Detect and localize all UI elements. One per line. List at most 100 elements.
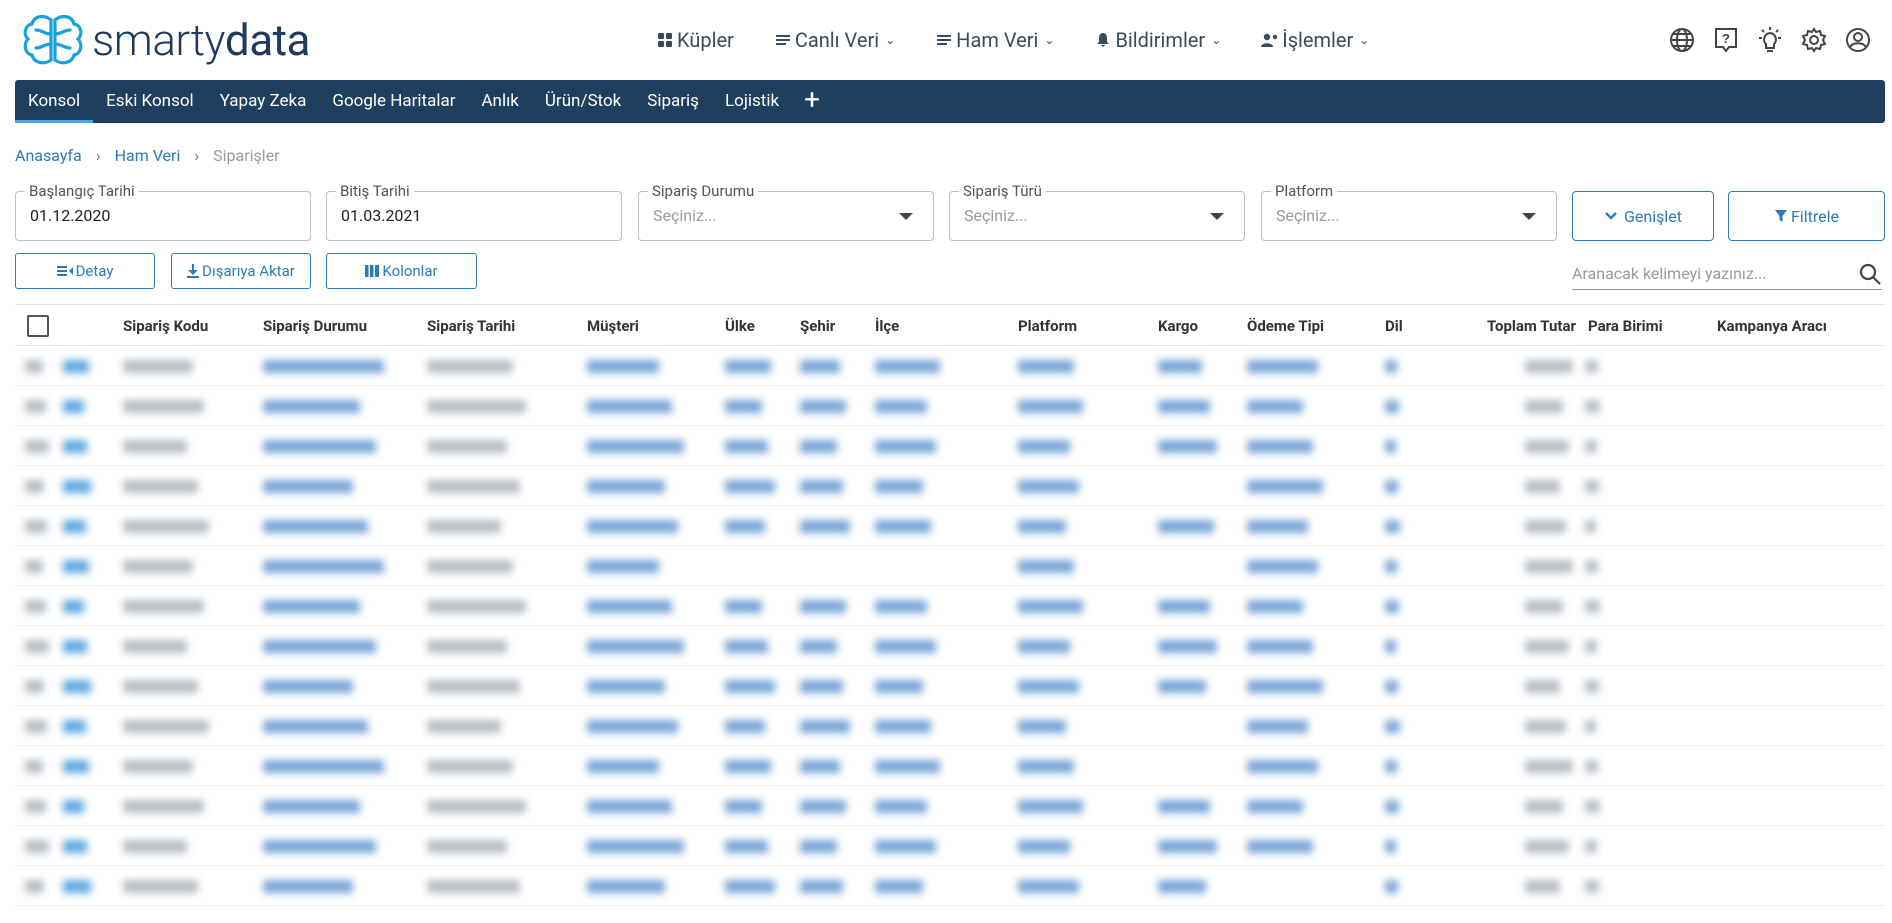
table-cell[interactable] [25, 480, 44, 493]
table-row[interactable] [15, 506, 1885, 546]
table-cell[interactable] [25, 440, 49, 453]
add-tab-icon[interactable]: + [792, 80, 832, 123]
tab-google-haritalar[interactable]: Google Haritalar [319, 80, 468, 123]
order-type-select[interactable]: Sipariş Türü Seçiniz... [949, 181, 1245, 241]
table-cell [875, 520, 931, 533]
column-header[interactable]: Toplam Tutar [1487, 317, 1576, 335]
row-action-icon[interactable] [63, 640, 87, 653]
topnav-kupler[interactable]: Küpler [656, 22, 734, 58]
table-row[interactable] [15, 466, 1885, 506]
order-status-select[interactable]: Sipariş Durumu Seçiniz... [638, 181, 934, 241]
table-cell[interactable] [25, 800, 46, 813]
export-button-label: Dışarıya Aktar [202, 262, 295, 280]
row-action-icon[interactable] [63, 400, 84, 413]
detail-button[interactable]: Detay [15, 253, 155, 289]
row-action-icon[interactable] [63, 880, 91, 893]
table-cell[interactable] [25, 560, 43, 573]
breadcrumb-ham-veri[interactable]: Ham Veri [115, 146, 181, 165]
tab-siparis[interactable]: Sipariş [634, 80, 712, 123]
tab-anlik[interactable]: Anlık [468, 80, 531, 123]
row-action-icon[interactable] [63, 520, 86, 533]
row-action-icon[interactable] [63, 760, 89, 773]
table-cell [123, 360, 193, 373]
table-cell[interactable] [25, 880, 44, 893]
table-cell[interactable] [25, 600, 46, 613]
tab-lojistik[interactable]: Lojistik [712, 80, 792, 123]
lightbulb-icon[interactable] [1756, 22, 1784, 58]
table-row[interactable] [15, 426, 1885, 466]
table-row[interactable] [15, 866, 1885, 906]
column-header[interactable]: Sipariş Durumu [263, 317, 367, 335]
table-row[interactable] [15, 666, 1885, 706]
table-cell [1018, 400, 1083, 413]
search-input[interactable]: Aranacak kelimeyi yazınız... [1572, 258, 1882, 290]
topnav-canli-veri[interactable]: Canlı Veri ⌄ [774, 22, 895, 58]
row-action-icon[interactable] [63, 720, 86, 733]
search-icon[interactable] [1858, 262, 1882, 290]
end-date-field[interactable]: Bitiş Tarihi 01.03.2021 [326, 181, 622, 241]
filter-button[interactable]: Filtrele [1728, 191, 1885, 241]
table-row[interactable] [15, 586, 1885, 626]
account-icon[interactable] [1844, 22, 1872, 58]
column-header[interactable]: Sipariş Kodu [123, 317, 208, 335]
columns-button[interactable]: Kolonlar [326, 253, 477, 289]
table-cell[interactable] [25, 760, 43, 773]
table-cell [875, 680, 923, 693]
column-header[interactable]: Para Birimi [1588, 317, 1663, 335]
table-row[interactable] [15, 826, 1885, 866]
tab-urun-stok[interactable]: Ürün/Stok [532, 80, 634, 123]
column-header[interactable]: Platform [1018, 317, 1077, 335]
column-header[interactable]: Kampanya Aracı [1717, 317, 1827, 335]
table-cell [123, 720, 209, 733]
column-header[interactable]: İlçe [875, 317, 899, 335]
table-row[interactable] [15, 706, 1885, 746]
table-cell[interactable] [25, 840, 49, 853]
row-action-icon[interactable] [63, 480, 91, 493]
table-cell [587, 600, 672, 613]
table-cell [725, 880, 775, 893]
table-cell [875, 800, 927, 813]
table-row[interactable] [15, 346, 1885, 386]
table-cell[interactable] [25, 520, 47, 533]
table-row[interactable] [15, 546, 1885, 586]
platform-select[interactable]: Platform Seçiniz... [1261, 181, 1557, 241]
row-action-icon[interactable] [63, 600, 84, 613]
table-row[interactable] [15, 786, 1885, 826]
column-header[interactable]: Dil [1385, 317, 1403, 335]
table-row[interactable] [15, 386, 1885, 426]
column-header[interactable]: Sipariş Tarihi [427, 317, 515, 335]
export-button[interactable]: Dışarıya Aktar [171, 253, 311, 289]
topnav-islemler[interactable]: İşlemler ⌄ [1261, 22, 1369, 58]
table-cell[interactable] [25, 680, 44, 693]
row-action-icon[interactable] [63, 680, 91, 693]
tab-konsol[interactable]: Konsol [15, 80, 94, 123]
column-header[interactable]: Müşteri [587, 317, 639, 335]
topnav-ham-veri[interactable]: Ham Veri ⌄ [935, 22, 1054, 58]
table-row[interactable] [15, 746, 1885, 786]
table-cell[interactable] [25, 360, 43, 373]
table-cell[interactable] [25, 640, 49, 653]
settings-icon[interactable] [1800, 22, 1828, 58]
globe-icon[interactable] [1668, 22, 1696, 58]
row-action-icon[interactable] [63, 840, 87, 853]
table-row[interactable] [15, 626, 1885, 666]
select-all-checkbox[interactable] [27, 315, 49, 337]
tab-eski-konsol[interactable]: Eski Konsol [93, 80, 207, 123]
table-cell[interactable] [25, 720, 47, 733]
start-date-field[interactable]: Başlangıç Tarihi 01.12.2020 [15, 181, 311, 241]
help-icon[interactable]: ? [1712, 22, 1740, 58]
column-header[interactable]: Ülke [725, 317, 755, 335]
logo[interactable]: smartydata [22, 12, 310, 68]
row-action-icon[interactable] [63, 360, 89, 373]
tab-yapay-zeka[interactable]: Yapay Zeka [207, 80, 320, 123]
row-action-icon[interactable] [63, 440, 87, 453]
row-action-icon[interactable] [63, 560, 89, 573]
topnav-bildirimler[interactable]: Bildirimler ⌄ [1094, 22, 1221, 58]
expand-button[interactable]: Genişlet [1572, 191, 1714, 241]
column-header[interactable]: Şehir [800, 317, 835, 335]
column-header[interactable]: Kargo [1158, 317, 1198, 335]
row-action-icon[interactable] [63, 800, 84, 813]
table-cell[interactable] [25, 400, 46, 413]
breadcrumb-home[interactable]: Anasayfa [15, 146, 82, 165]
column-header[interactable]: Ödeme Tipi [1247, 317, 1324, 335]
